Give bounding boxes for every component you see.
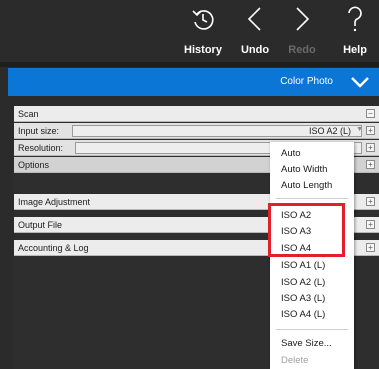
dropdown-option[interactable]: ISO A2 (L) (281, 277, 325, 288)
dropdown-option[interactable]: Auto Length (281, 180, 332, 191)
dropdown-option[interactable]: Auto Width (281, 164, 327, 175)
expand-icon[interactable]: + (366, 126, 375, 135)
redo-label: Redo (288, 44, 316, 56)
dropdown-arrow-icon[interactable]: ▼ (356, 126, 363, 133)
undo-button[interactable]: Undo (232, 2, 278, 60)
undo-label: Undo (240, 44, 270, 56)
scan-label: Scan (18, 109, 39, 119)
resolution-label: Resolution: (18, 143, 64, 153)
dropdown-option[interactable]: Auto (281, 148, 301, 159)
input-size-label: Input size: (18, 126, 60, 136)
input-size-row: Input size: ISO A2 (L) ▼ + (14, 123, 379, 139)
expand-icon[interactable]: + (366, 197, 375, 206)
accounting-label: Accounting & Log (18, 243, 89, 253)
dropdown-option[interactable]: Save Size... (281, 338, 332, 349)
dropdown-option[interactable]: ISO A1 (L) (281, 260, 325, 271)
toolbar-divider (0, 62, 379, 67)
dropdown-option: Delete (281, 355, 309, 366)
expand-icon[interactable]: + (366, 243, 375, 252)
dropdown-divider (276, 329, 348, 330)
expand-icon[interactable]: + (366, 143, 375, 152)
dropdown-divider (276, 198, 348, 199)
scan-section-header[interactable]: Scan − (14, 106, 379, 122)
redo-button[interactable]: Redo (279, 2, 325, 60)
expand-icon[interactable]: + (366, 220, 375, 229)
help-label: Help (343, 44, 367, 56)
dropdown-option[interactable]: ISO A4 (L) (281, 309, 325, 320)
image-adjustment-label: Image Adjustment (18, 197, 91, 207)
input-size-value: ISO A2 (L) (308, 126, 351, 136)
history-button[interactable]: History (180, 2, 226, 60)
highlight-box (268, 203, 345, 257)
preset-banner[interactable]: Color Photo (8, 68, 379, 96)
options-label: Options (18, 160, 50, 170)
dropdown-option[interactable]: ISO A3 (L) (281, 293, 325, 304)
collapse-icon[interactable]: − (366, 109, 375, 118)
help-button[interactable]: Help (332, 2, 378, 60)
preset-label: Color Photo (280, 76, 333, 87)
top-toolbar: History Undo Redo Help (0, 0, 379, 62)
output-file-label: Output File (18, 220, 63, 230)
app-window: History Undo Redo Help Color Photo Scan … (0, 0, 379, 369)
expand-icon[interactable]: + (366, 160, 375, 169)
help-icon (348, 6, 362, 32)
redo-icon (296, 7, 310, 31)
history-label: History (184, 44, 222, 56)
undo-icon (247, 7, 261, 31)
chevron-down-icon[interactable] (349, 74, 371, 90)
spacer (0, 96, 379, 106)
history-icon (192, 10, 214, 30)
